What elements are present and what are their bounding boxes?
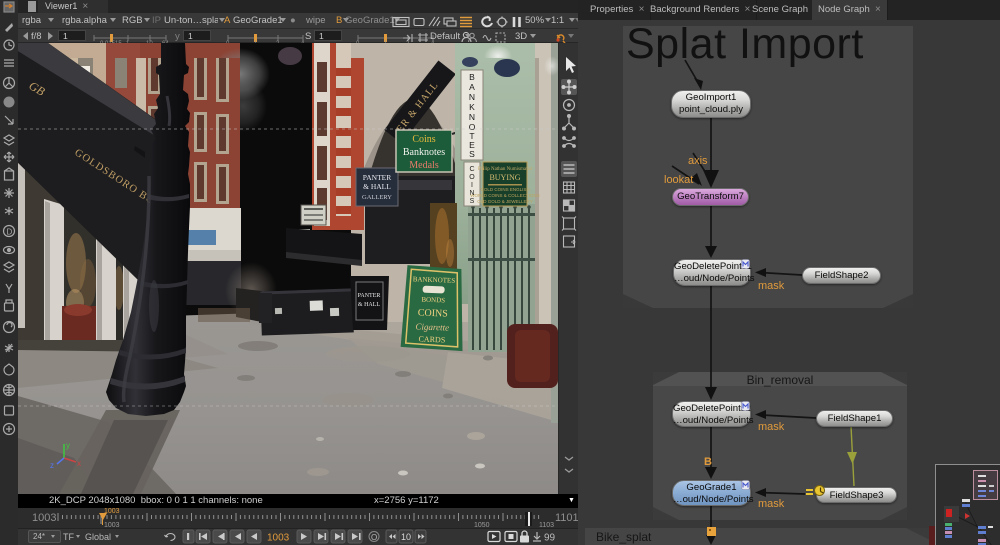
svg-text:BONDS: BONDS bbox=[421, 296, 445, 305]
svg-text:K: K bbox=[469, 102, 475, 112]
svg-text:x: x bbox=[77, 459, 81, 468]
svg-text:BUYING: BUYING bbox=[489, 173, 520, 182]
svg-text:& HALL: & HALL bbox=[363, 182, 391, 191]
svg-text:C: C bbox=[469, 166, 474, 173]
svg-text:y: y bbox=[66, 441, 70, 450]
svg-text:O: O bbox=[469, 174, 475, 181]
svg-text:10: 10 bbox=[401, 532, 411, 542]
svg-text:Banknotes: Banknotes bbox=[403, 147, 445, 158]
svg-text:PANTER: PANTER bbox=[363, 173, 391, 182]
svg-text:Philip Nathan Numismatist: Philip Nathan Numismatist bbox=[478, 167, 533, 172]
svg-text:B: B bbox=[469, 72, 475, 82]
svg-text:Medals: Medals bbox=[409, 160, 439, 171]
svg-text:D: D bbox=[7, 228, 13, 237]
svg-text:& HALL: & HALL bbox=[358, 302, 380, 308]
svg-text:A: A bbox=[469, 82, 475, 92]
svg-text:GALLERY: GALLERY bbox=[362, 194, 392, 201]
svg-text:WORLD COINS & COLLECTIONS: WORLD COINS & COLLECTIONS bbox=[470, 193, 540, 198]
svg-text:BANKNOTES: BANKNOTES bbox=[413, 275, 456, 284]
svg-text:99: 99 bbox=[544, 533, 556, 544]
svg-text:COINS: COINS bbox=[418, 308, 448, 320]
svg-text:z: z bbox=[50, 461, 54, 470]
svg-text:Cigarette: Cigarette bbox=[415, 321, 449, 332]
svg-text:I: I bbox=[471, 182, 473, 189]
svg-text:N: N bbox=[469, 112, 475, 122]
svg-text:PANTER: PANTER bbox=[358, 293, 381, 299]
svg-text:Coins: Coins bbox=[412, 134, 435, 145]
svg-text:S: S bbox=[469, 149, 475, 159]
svg-text:O: O bbox=[371, 533, 377, 542]
svg-text:CARDS: CARDS bbox=[418, 335, 445, 345]
svg-text:S: S bbox=[470, 198, 475, 205]
svg-text:N: N bbox=[469, 92, 475, 102]
svg-text:GOLD COINS ENGLISH: GOLD COINS ENGLISH bbox=[480, 187, 529, 192]
svg-text:1003: 1003 bbox=[267, 533, 290, 544]
svg-text:OLD GOLD & JEWELLERY: OLD GOLD & JEWELLERY bbox=[477, 199, 532, 204]
